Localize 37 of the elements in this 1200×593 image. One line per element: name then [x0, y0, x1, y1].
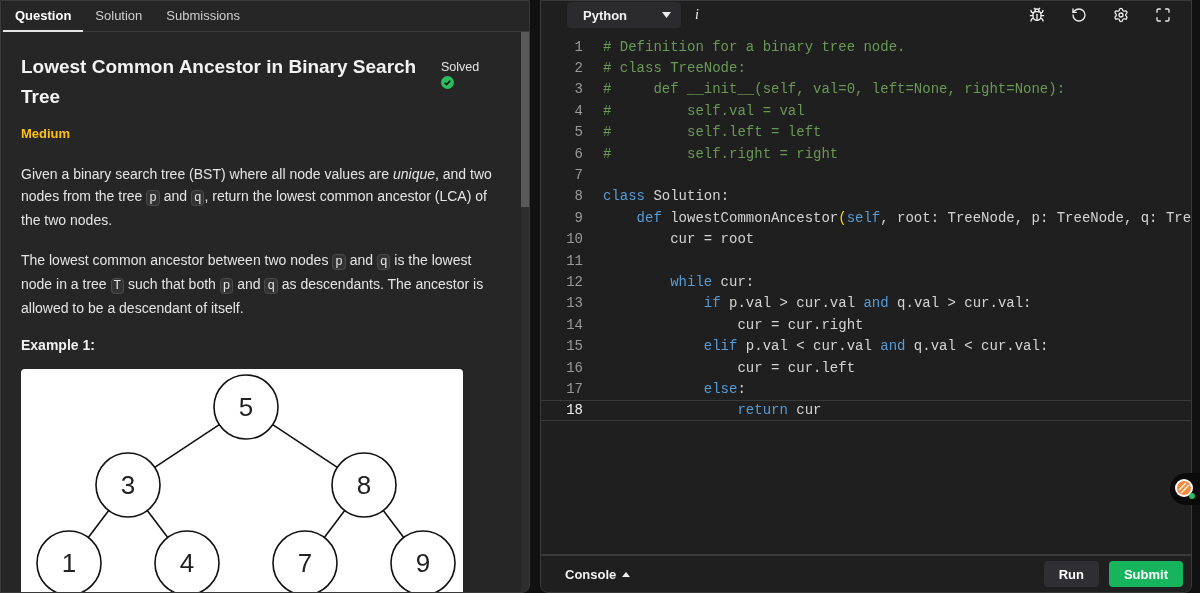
- language-dropdown[interactable]: Python: [567, 2, 681, 28]
- description-paragraph: The lowest common ancestor between two nodes p and q is the lowest node in a tree T such that both p and q as descendants. The ancestor is allowed to be a descendant of itself.: [21, 251, 485, 318]
- code-line: 8 class Solution:: [573, 187, 731, 207]
- problem-title: Lowest Common Ancestor in Binary Search Tree: [21, 55, 418, 109]
- code-line: 15 elif p.val < cur.val and q.val < cur.val:: [565, 337, 1050, 357]
- code-line: 5 # self.left = left: [573, 123, 823, 143]
- striped-circle-icon: [1174, 478, 1196, 500]
- difficulty-label: Medium: [21, 126, 72, 141]
- code-line: 3 # def __init__(self, val=0, left=None, right=None):: [573, 80, 1067, 100]
- code-line: 2 # class TreeNode:: [573, 59, 747, 79]
- tab[interactable]: Submissions: [154, 1, 253, 32]
- tab[interactable]: Question: [3, 1, 84, 32]
- code-line: 1 # Definition for a binary tree node.: [573, 37, 907, 57]
- code-line: 10 cur = root: [565, 230, 756, 250]
- code-line: 17 else:: [565, 379, 747, 399]
- description-paragraph: Given a binary search tree (BST) where all node values are unique, and two nodes from the tree p and q , return the lowest common ancestor (LCA) of the two nodes.: [21, 165, 493, 230]
- binary-tree-drawing: 5 3 1 4 8 7 9: [21, 369, 463, 592]
- status-label: Solved: [441, 60, 481, 74]
- tab[interactable]: Solution: [83, 1, 155, 32]
- run-button[interactable]: Run: [1043, 561, 1099, 587]
- caret-down-icon: [662, 12, 671, 18]
- code-line: 7: [573, 166, 584, 186]
- console-toggle[interactable]: Console: [565, 566, 631, 582]
- code-line: 14 cur = cur.right: [565, 315, 865, 335]
- code-line: 13 if p.val > cur.val and q.val > cur.val:: [565, 294, 1033, 314]
- code-line: 18 return cur: [541, 399, 1191, 422]
- info-label[interactable]: i: [695, 7, 699, 23]
- example-heading: Example 1:: [21, 337, 96, 353]
- code-line: 9 def lowestCommonAncestor(self, root: TreeNode, p: TreeNode, q: Tre: [573, 208, 1191, 228]
- assistant-widget[interactable]: [1170, 473, 1200, 505]
- caret-up-icon: [622, 571, 631, 577]
- code-line: 4 # self.val = val: [573, 101, 806, 121]
- scrollbar[interactable]: [521, 32, 529, 592]
- code-line: 6 # self.right = right: [573, 144, 840, 164]
- code-line: 16 cur = cur.left: [565, 358, 857, 378]
- code-line: 11: [565, 251, 584, 271]
- code-line: 12 while cur:: [565, 273, 756, 292]
